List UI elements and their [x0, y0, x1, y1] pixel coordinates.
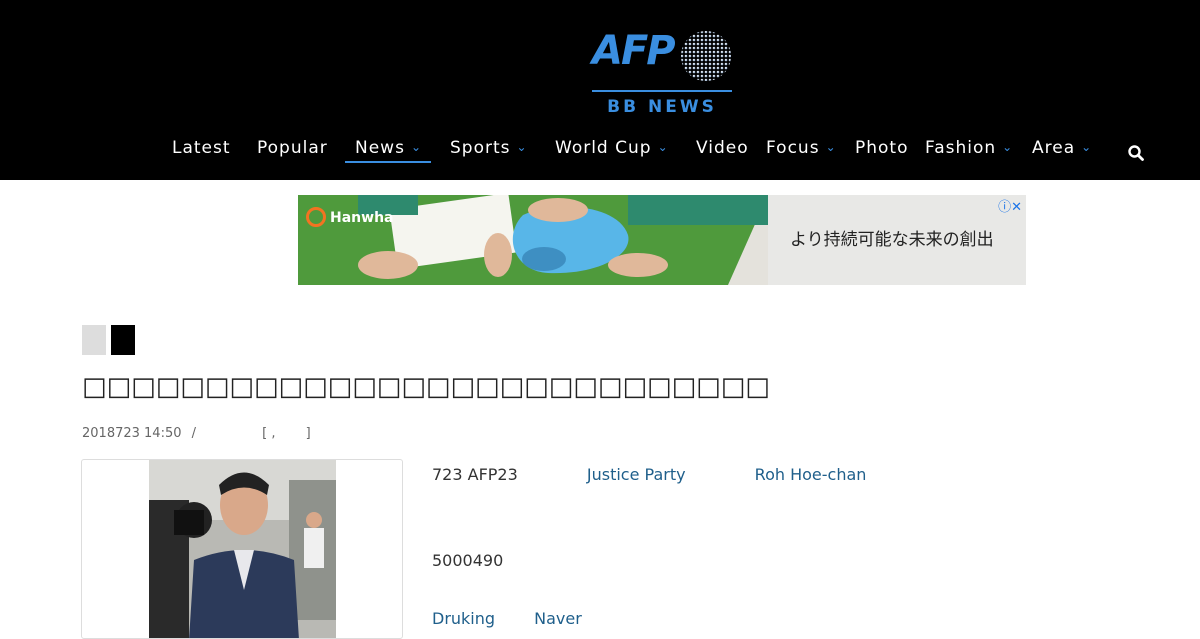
- chevron-down-icon: ⌄: [410, 140, 422, 154]
- ad-banner[interactable]: Hanwha より持続可能な未来の創出 ⓘ✕: [298, 195, 1026, 285]
- nav-active-indicator: [345, 161, 431, 163]
- meta-bracket-close: ]: [305, 426, 311, 441]
- nav-label: Photo: [855, 138, 909, 158]
- nav-label: Video: [696, 138, 749, 158]
- globe-icon: [681, 31, 731, 81]
- nav-label: World Cup: [555, 138, 652, 158]
- tag-link-roh-hoe-chan[interactable]: Roh Hoe-chan: [755, 465, 867, 484]
- article-date: 2018723 14:50: [82, 426, 182, 441]
- ad-brand-label: Hanwha: [330, 210, 394, 226]
- logo-afp-text: AFP: [592, 28, 676, 74]
- nav-item-news[interactable]: News ⌄: [355, 138, 422, 158]
- nav-item-sports[interactable]: Sports ⌄: [450, 138, 528, 158]
- nav-item-area[interactable]: Area ⌄: [1032, 138, 1092, 158]
- chevron-down-icon: ⌄: [1081, 140, 1093, 154]
- nav-label: Area: [1032, 138, 1076, 158]
- article-paragraph: Druking Naver: [432, 609, 582, 628]
- nav-item-video[interactable]: Video: [696, 138, 749, 158]
- tag-link-naver[interactable]: Naver: [534, 609, 582, 628]
- main-nav: Latest Popular News ⌄ Sports ⌄ World Cup ⌄ …: [0, 138, 1200, 164]
- category-tag[interactable]: [82, 325, 106, 355]
- ad-headline: より持続可能な未来の創出: [790, 230, 994, 250]
- meta-bracket-open: [ ,: [262, 426, 276, 441]
- nav-item-latest[interactable]: Latest: [172, 138, 231, 158]
- meta-separator: /: [191, 426, 197, 441]
- chevron-down-icon: ⌄: [1002, 140, 1014, 154]
- nav-item-photo[interactable]: Photo: [855, 138, 909, 158]
- article-paragraph: 5000490: [432, 551, 504, 570]
- ad-choices-close-icon[interactable]: ⓘ✕: [998, 196, 1022, 215]
- site-header: AFP BB NEWS Latest Popular News ⌄ Sports ⌄…: [0, 0, 1200, 180]
- article-title: □□□□□□□□□□□□□□□□□□□□□□□□□□□□: [82, 372, 770, 402]
- nav-label: Sports: [450, 138, 511, 158]
- article-meta: 2018723 14:50 / [ , ]: [82, 426, 317, 441]
- tag-link-justice-party[interactable]: Justice Party: [587, 465, 686, 484]
- search-icon[interactable]: [1128, 145, 1144, 161]
- hanwha-logo-icon: [306, 207, 326, 227]
- paragraph-text: 723 AFP23: [432, 465, 518, 484]
- afp-bb-news-logo[interactable]: AFP BB NEWS: [590, 28, 736, 118]
- nav-item-fashion[interactable]: Fashion ⌄: [925, 138, 1013, 158]
- article-paragraph: 723 AFP23 Justice Party Roh Hoe-chan: [432, 465, 866, 484]
- nav-item-focus[interactable]: Focus ⌄: [766, 138, 837, 158]
- ad-brand-logo: Hanwha: [306, 207, 393, 227]
- nav-item-popular[interactable]: Popular: [257, 138, 328, 158]
- logo-subtitle: BB NEWS: [607, 97, 717, 117]
- tag-link-druking[interactable]: Druking: [432, 609, 495, 628]
- news-photo-image: [149, 460, 336, 638]
- chevron-down-icon: ⌄: [516, 140, 528, 154]
- category-tag[interactable]: [111, 325, 135, 355]
- nav-label: Focus: [766, 138, 820, 158]
- chevron-down-icon: ⌄: [657, 140, 669, 154]
- nav-label: Latest: [172, 138, 231, 158]
- article-photo[interactable]: [81, 459, 403, 639]
- nav-item-world-cup[interactable]: World Cup ⌄: [555, 138, 669, 158]
- nav-label: Fashion: [925, 138, 997, 158]
- logo-divider: [592, 90, 732, 92]
- chevron-down-icon: ⌄: [825, 140, 837, 154]
- nav-label: News: [355, 138, 405, 158]
- nav-label: Popular: [257, 138, 328, 158]
